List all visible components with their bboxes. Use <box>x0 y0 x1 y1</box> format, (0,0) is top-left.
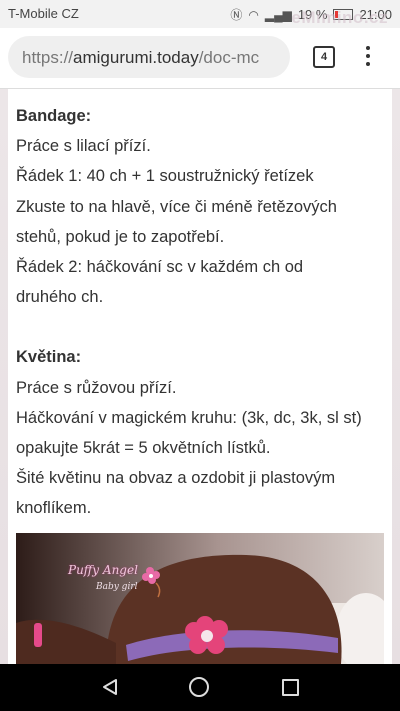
browser-toolbar: https://amigurumi.today/doc-mc 4 <box>0 28 400 89</box>
hat-illustration <box>16 533 384 664</box>
carrier-name: T-Mobile CZ <box>8 6 79 21</box>
text-line: Zkuste to na hlavě, více či méně řetězov… <box>16 197 337 216</box>
article-text: Bandage: Práce s lilací přízí. Řádek 1: … <box>16 101 380 524</box>
text-line: knoflíkem. <box>16 499 92 518</box>
text-line: Řádek 1: 40 ch + 1 soustružnický řetízek <box>16 167 314 186</box>
home-icon[interactable] <box>189 677 209 697</box>
url-domain: amigurumi.today <box>73 48 199 67</box>
battery-percentage: 19 % <box>297 7 328 22</box>
recent-apps-icon[interactable] <box>282 679 299 696</box>
photo-brand-subtitle: Baby girl <box>96 582 138 592</box>
text-line: stehů, pokud je to zapotřebí. <box>16 227 225 246</box>
status-bar: T-Mobile CZ Ⓝ ◠ ▂▄▆ 19 % 21:00 eMimino.c… <box>0 0 400 28</box>
back-icon[interactable] <box>101 678 119 696</box>
overflow-menu-icon[interactable] <box>358 44 378 72</box>
crochet-hat-photo[interactable]: Puffy Angel Baby girl <box>16 533 384 664</box>
clock: 21:00 <box>359 7 392 22</box>
text-line: Šité květinu na obvaz a ozdobit ji plast… <box>16 469 336 488</box>
text-line: Práce s lilací přízí. <box>16 137 151 156</box>
text-line: Řádek 2: háčkování sc v každém ch od <box>16 258 304 277</box>
text-line: opakujte 5krát = 5 okvětních lístků. <box>16 439 271 458</box>
battery-icon <box>333 9 354 20</box>
section-heading-flower: Květina: <box>16 348 82 367</box>
url-text[interactable]: https://amigurumi.today/doc-mc <box>22 48 259 68</box>
wifi-icon: ◠ <box>248 7 259 22</box>
text-line: Háčkování v magickém kruhu: (3k, dc, 3k,… <box>16 408 362 427</box>
url-scheme: https:// <box>22 48 74 67</box>
signal-icon: ▂▄▆ <box>264 7 292 22</box>
photo-brand-logo: Puffy Angel <box>68 563 138 577</box>
tab-switcher-button[interactable]: 4 <box>313 46 335 68</box>
url-path: /doc-mc <box>198 48 260 67</box>
status-icons: Ⓝ ◠ ▂▄▆ 19 % 21:00 <box>230 6 392 23</box>
address-bar[interactable]: https://amigurumi.today/doc-mc <box>8 36 290 78</box>
nfc-icon: Ⓝ <box>230 8 243 22</box>
section-heading-bandage: Bandage: <box>16 107 92 125</box>
text-line: Práce s růžovou přízí. <box>16 378 177 397</box>
article-card: Bandage: Práce s lilací přízí. Řádek 1: … <box>8 89 392 664</box>
navigation-bar <box>0 664 400 711</box>
text-line: druhého ch. <box>16 288 104 307</box>
